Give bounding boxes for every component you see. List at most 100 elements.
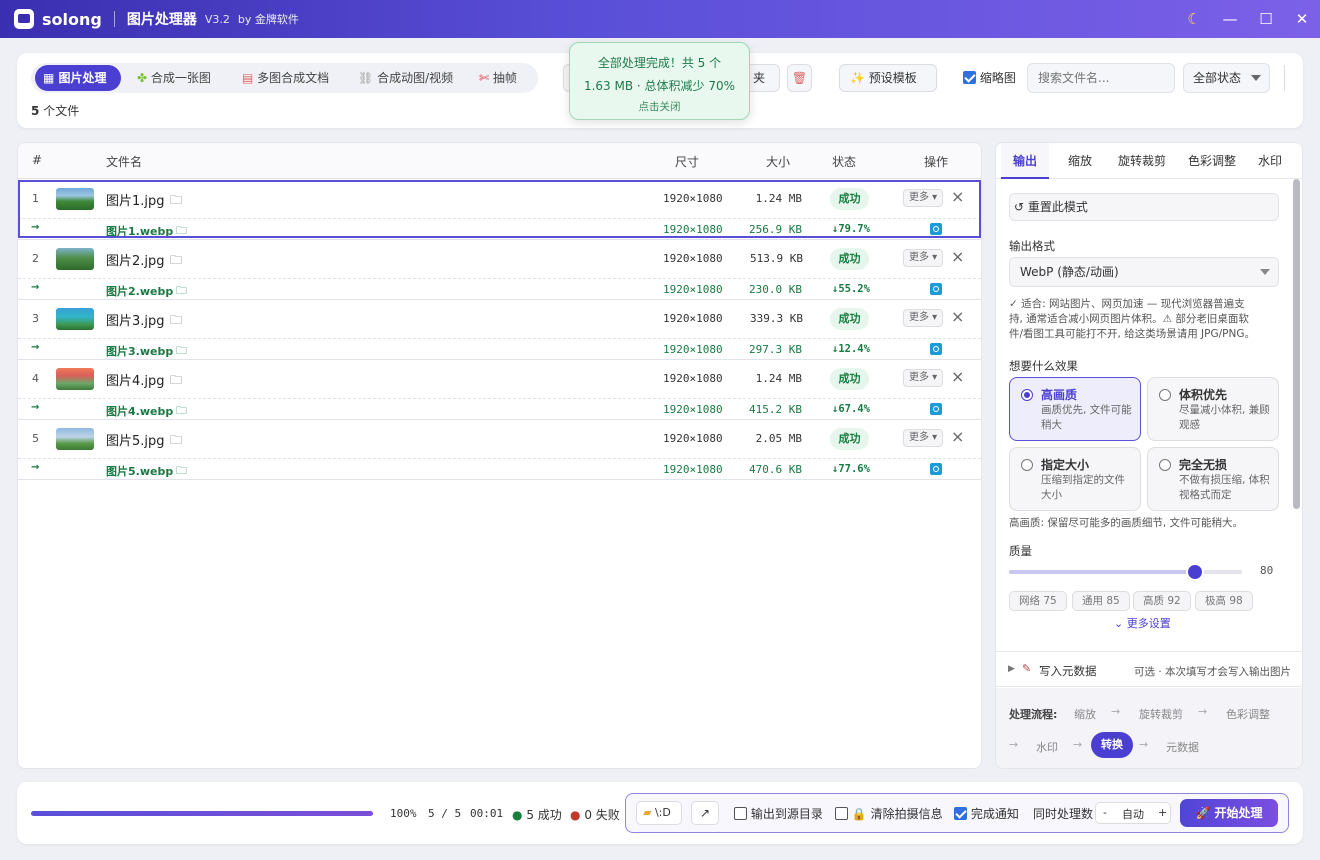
remove-row-icon[interactable]: × (951, 248, 964, 266)
option-size-priority[interactable]: 体积优先 尽量减小体积, 兼顾观感 (1147, 377, 1279, 441)
toast-close-hint: 点击关闭 (638, 101, 681, 113)
reprocess-icon[interactable] (930, 463, 942, 475)
table-row[interactable]: 3 图片3.jpg 🗀 1920×1080 339.3 KB 成功 更多 ▾ × (18, 300, 981, 338)
more-button[interactable]: 更多 ▾ (903, 369, 944, 387)
effect-label: 想要什么效果 (1009, 359, 1078, 373)
theme-moon-icon[interactable]: ☾ (1176, 10, 1212, 28)
more-button[interactable]: 更多 ▾ (903, 189, 944, 207)
tab-color-adjust[interactable]: 色彩调整 (1182, 143, 1242, 179)
open-folder-icon[interactable]: 🗀 (170, 311, 182, 332)
edit-note-icon: ✎ (1022, 662, 1032, 675)
output-dims: 1920×1080 (663, 463, 723, 476)
option-high-quality[interactable]: 高画质 画质优先, 文件可能稍大 (1009, 377, 1141, 441)
status-badge: 成功 (830, 428, 869, 450)
close-window-button[interactable]: ✕ (1284, 10, 1320, 28)
tab-resize[interactable]: 缩放 (1058, 143, 1102, 179)
radio-icon (1159, 459, 1171, 471)
quality-preset-high[interactable]: 高质 92 (1133, 591, 1191, 611)
more-button[interactable]: 更多 ▾ (903, 249, 944, 267)
remove-row-icon[interactable]: × (951, 428, 964, 446)
thumbnail-checkbox[interactable] (963, 71, 976, 84)
thumbnail-toggle[interactable]: 缩略图 (963, 69, 1016, 86)
clear-exif-checkbox[interactable] (835, 807, 848, 820)
remove-row-icon[interactable]: × (951, 188, 964, 206)
output-dims: 1920×1080 (663, 403, 723, 416)
more-button[interactable]: 更多 ▾ (903, 309, 944, 327)
remove-row-icon[interactable]: × (951, 368, 964, 386)
more-settings-link[interactable]: ⌄ 更多设置 (1114, 615, 1171, 631)
increment-button[interactable]: + (1158, 806, 1167, 819)
open-output-folder-icon[interactable]: 🗀 (176, 462, 187, 481)
tab-merge-animation[interactable]: ⛓ 合成动图/视频 (350, 65, 461, 91)
reprocess-icon[interactable] (930, 283, 942, 295)
clear-trash-button[interactable]: 🗑 (787, 64, 812, 92)
preset-template-button[interactable]: ✨ 预设模板 (839, 64, 937, 92)
output-to-source-toggle[interactable]: 输出到源目录 (734, 805, 823, 822)
open-folder-icon[interactable]: 🗀 (170, 371, 182, 392)
thumbnail-image[interactable] (56, 368, 94, 390)
open-output-folder-icon[interactable]: 🗀 (176, 402, 187, 421)
completion-toast[interactable]: 全部处理完成！共 5 个 1.63 MB · 总体积减少 70% 点击关闭 (569, 42, 750, 120)
quality-preset-web[interactable]: 网络 75 (1009, 591, 1067, 611)
title-divider (113, 11, 115, 27)
status-filter-select[interactable]: 全部状态 (1183, 63, 1270, 93)
search-input[interactable] (1027, 63, 1175, 93)
start-process-button[interactable]: 🚀 开始处理 (1180, 799, 1278, 827)
option-title: 指定大小 (1041, 458, 1090, 472)
remove-row-icon[interactable]: × (951, 308, 964, 326)
reprocess-icon[interactable] (930, 403, 942, 415)
quality-preset-general[interactable]: 通用 85 (1072, 591, 1130, 611)
tab-merge-one[interactable]: ✤ 合成一张图 (129, 65, 219, 91)
reset-mode-button[interactable]: ↺ 重置此模式 (1009, 193, 1279, 221)
chevron-down-icon (1260, 269, 1270, 275)
thumbnail-image[interactable] (56, 428, 94, 450)
thumbnail-image[interactable] (56, 188, 94, 210)
table-row[interactable]: 4 图片4.jpg 🗀 1920×1080 1.24 MB 成功 更多 ▾ × (18, 360, 981, 398)
radio-selected-icon (1021, 389, 1033, 401)
open-folder-icon[interactable]: 🗀 (170, 251, 182, 272)
clear-exif-toggle[interactable]: 🔒 清除拍摄信息 (835, 805, 943, 822)
table-row[interactable]: 1 图片1.jpg 🗀 1920×1080 1.24 MB 成功 更多 ▾ × (18, 180, 981, 238)
tab-extract-frames[interactable]: ✄ 抽帧 (471, 65, 525, 91)
table-row[interactable]: 2 图片2.jpg 🗀 1920×1080 513.9 KB 成功 更多 ▾ × (18, 240, 981, 278)
open-folder-button[interactable]: ↗ (691, 801, 719, 825)
open-folder-icon[interactable]: 🗀 (170, 431, 182, 452)
tab-watermark[interactable]: 水印 (1248, 143, 1292, 179)
quality-slider-handle[interactable] (1188, 565, 1203, 579)
document-icon: ▤ (242, 71, 254, 85)
reprocess-icon[interactable] (930, 343, 942, 355)
status-badge: 成功 (830, 308, 869, 330)
output-row: → 图片3.webp 🗀 1920×1080 297.3 KB ↓12.4% (18, 338, 981, 360)
tab-image-process[interactable]: ▦ 图片处理 (35, 65, 121, 91)
tab-merge-document[interactable]: ▤ 多图合成文档 (234, 65, 337, 91)
option-target-size[interactable]: 指定大小 压缩到指定的文件大小 (1009, 447, 1141, 511)
decrement-button[interactable]: - (1103, 806, 1107, 819)
table-header: # 文件名 尺寸 大小 状态 操作 (18, 143, 981, 179)
minimize-button[interactable]: — (1212, 10, 1248, 28)
metadata-section[interactable]: ▶ ✎ 写入元数据 可选 · 本次填写才会写入输出图片 (996, 651, 1302, 687)
notify-label: 完成通知 (970, 807, 1019, 821)
output-folder-button[interactable]: ▰ \:D (636, 801, 682, 825)
col-name: 文件名 (106, 155, 143, 169)
maximize-button[interactable]: ☐ (1248, 10, 1284, 28)
option-lossless[interactable]: 完全无损 不做有损压缩, 体积视格式而定 (1147, 447, 1279, 511)
scrollbar-thumb[interactable] (1293, 179, 1300, 509)
thumbnail-image[interactable] (56, 308, 94, 330)
more-button[interactable]: 更多 ▾ (903, 429, 944, 447)
quality-slider[interactable] (1009, 565, 1242, 579)
format-select[interactable]: WebP (静态/动画) (1009, 257, 1279, 287)
open-output-folder-icon[interactable]: 🗀 (176, 282, 187, 301)
tab-rotate-crop[interactable]: 旋转裁剪 (1112, 143, 1172, 179)
tab-output[interactable]: 输出 (1001, 143, 1049, 179)
option-title: 体积优先 (1179, 388, 1228, 402)
notify-checkbox[interactable] (954, 807, 967, 820)
open-output-folder-icon[interactable]: 🗀 (176, 342, 187, 361)
output-to-source-checkbox[interactable] (734, 807, 747, 820)
open-folder-icon[interactable]: 🗀 (170, 191, 182, 212)
external-link-icon: ↗ (699, 806, 711, 820)
quality-preset-max[interactable]: 极高 98 (1195, 591, 1253, 611)
output-size: 230.0 KB (749, 283, 802, 296)
notify-toggle[interactable]: 完成通知 (954, 805, 1019, 822)
table-row[interactable]: 5 图片5.jpg 🗀 1920×1080 2.05 MB 成功 更多 ▾ × (18, 420, 981, 458)
thumbnail-image[interactable] (56, 248, 94, 270)
